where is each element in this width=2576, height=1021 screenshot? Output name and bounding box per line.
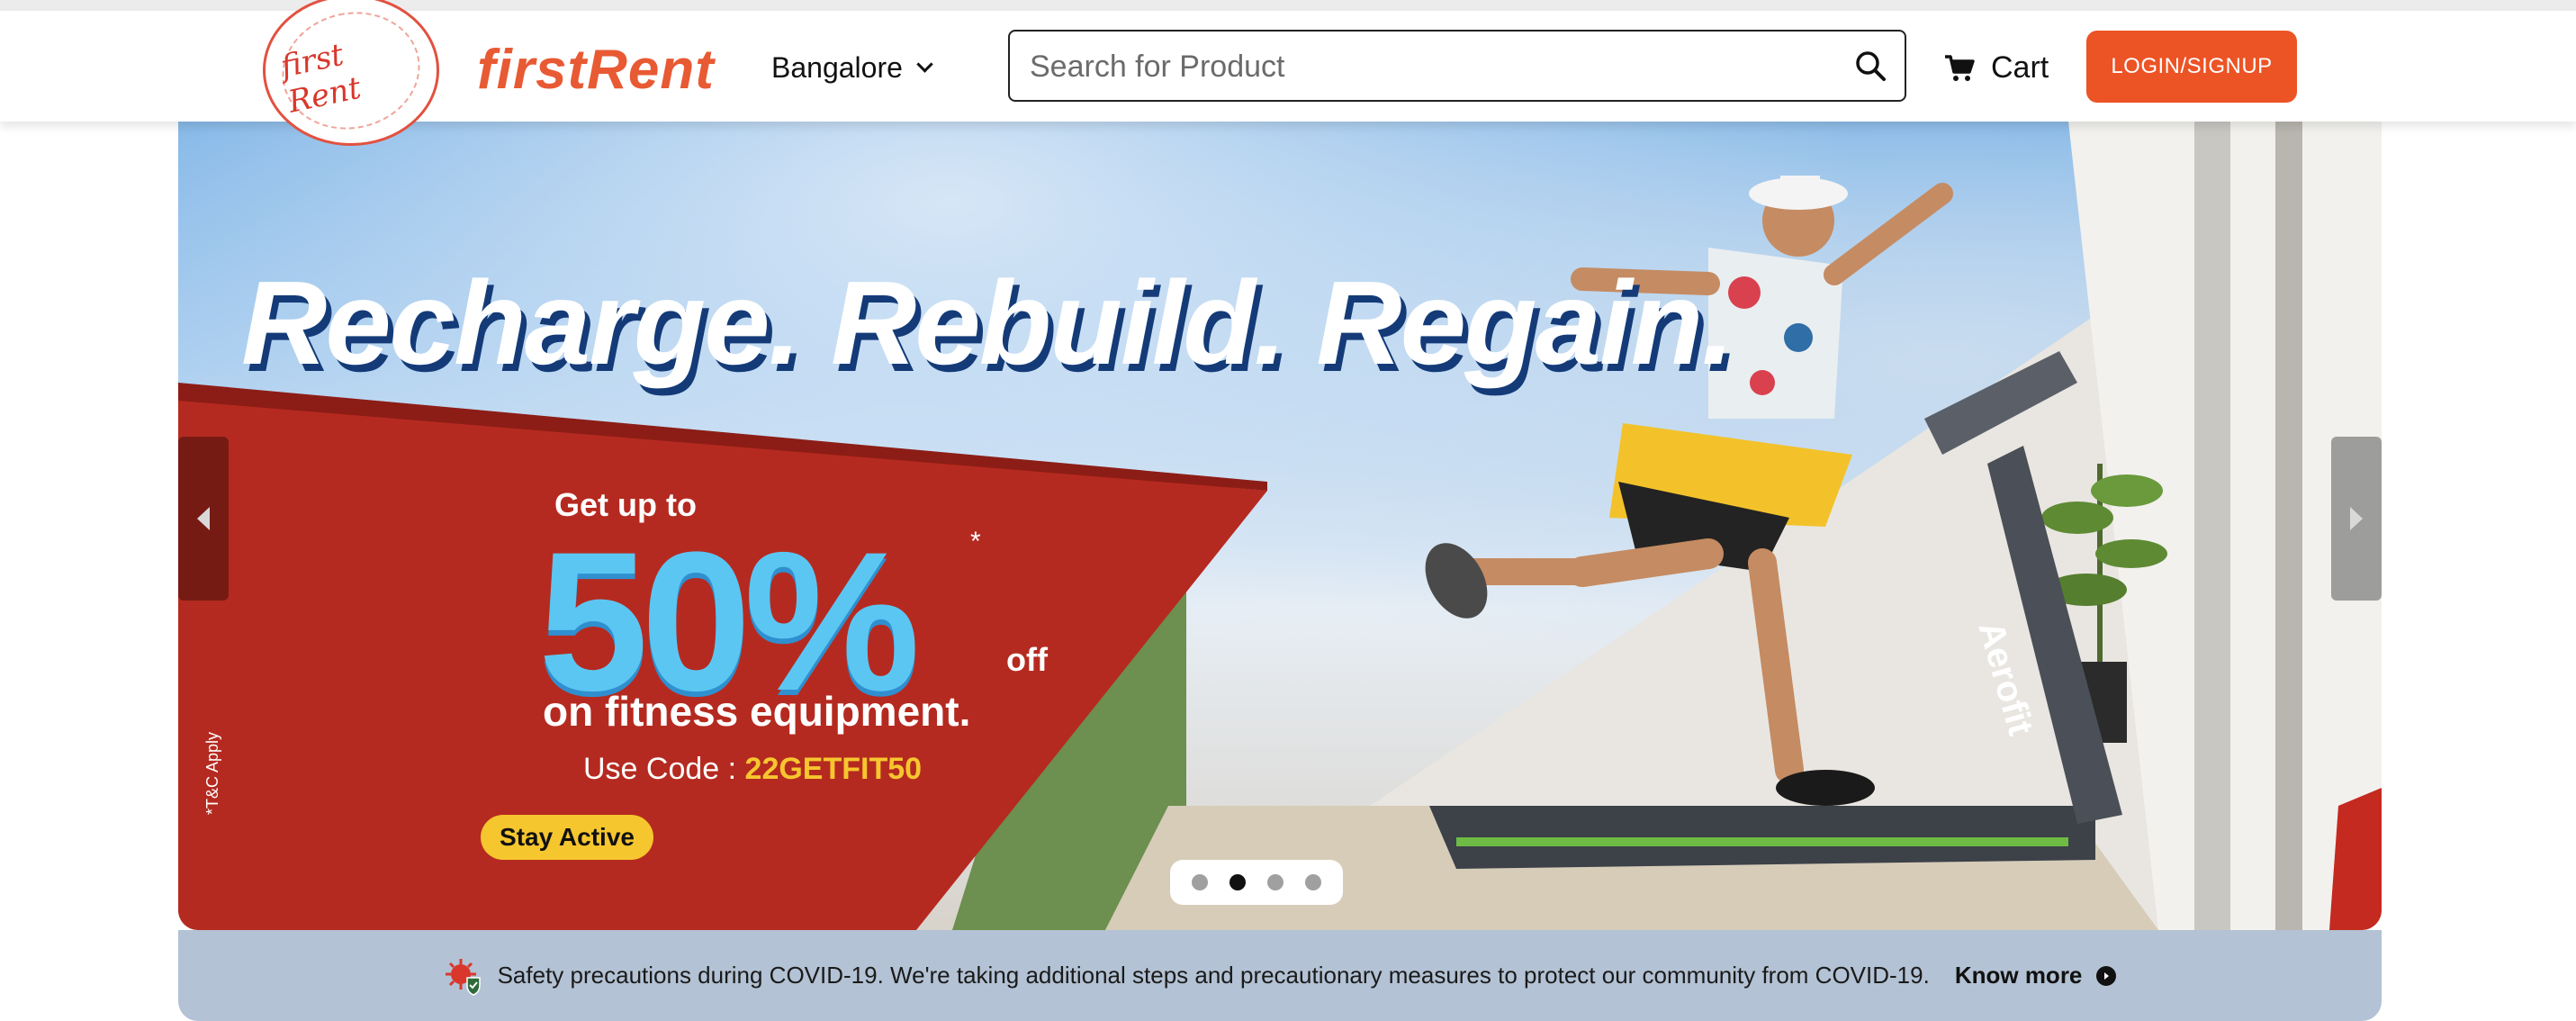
know-more-link[interactable]: Know more [1955,962,2083,989]
search-box [1008,30,1906,102]
chevron-right-icon [2350,507,2363,530]
hero-banner[interactable]: Aerofit Recharge. Rebuild. Regain. Get u… [178,122,2382,930]
carousel-dot-1[interactable] [1192,874,1208,890]
carousel-dot-2[interactable] [1229,874,1246,890]
login-signup-button[interactable]: LOGIN/SIGNUP [2086,31,2297,103]
promo-asterisk: * [970,527,981,556]
cart-label: Cart [1991,50,2049,85]
promo-code-line: Use Code : 22GETFIT50 [583,752,922,787]
chevron-right-circle-icon[interactable] [2096,965,2117,986]
city-selector[interactable]: Bangalore [771,51,933,85]
carousel-dot-4[interactable] [1305,874,1321,890]
chevron-left-icon [197,507,210,530]
banner-artwork: Aerofit [178,122,2382,930]
search-icon[interactable] [1854,50,1887,82]
search-input[interactable] [1028,41,1842,93]
carousel-indicators [1170,860,1343,905]
carousel-prev-button[interactable] [178,437,229,601]
cart-link[interactable]: Cart [1944,50,2049,86]
chevron-down-icon [916,56,933,73]
terms-note: *T&C Apply [203,731,221,815]
logo[interactable]: first Rent [263,0,439,146]
carousel-next-button[interactable] [2331,437,2382,601]
banner-tagline: Recharge. Rebuild. Regain. [241,257,1734,389]
promo-off: off [1006,641,1048,678]
virus-shield-icon [445,958,481,996]
logo-text: first Rent [271,0,431,142]
brand-name[interactable]: firstRent [477,38,715,102]
cart-icon [1945,54,1975,81]
promo-code-label: Use Code : [583,752,745,786]
covid-message: Safety precautions during COVID-19. We'r… [497,962,1930,989]
carousel-dot-3[interactable] [1267,874,1283,890]
city-label: Bangalore [771,51,903,84]
stay-active-button[interactable]: Stay Active [481,815,653,860]
covid-notice-bar: Safety precautions during COVID-19. We'r… [178,930,2382,1021]
promo-subtitle: on fitness equipment. [543,688,971,735]
promo-code: 22GETFIT50 [744,752,923,786]
